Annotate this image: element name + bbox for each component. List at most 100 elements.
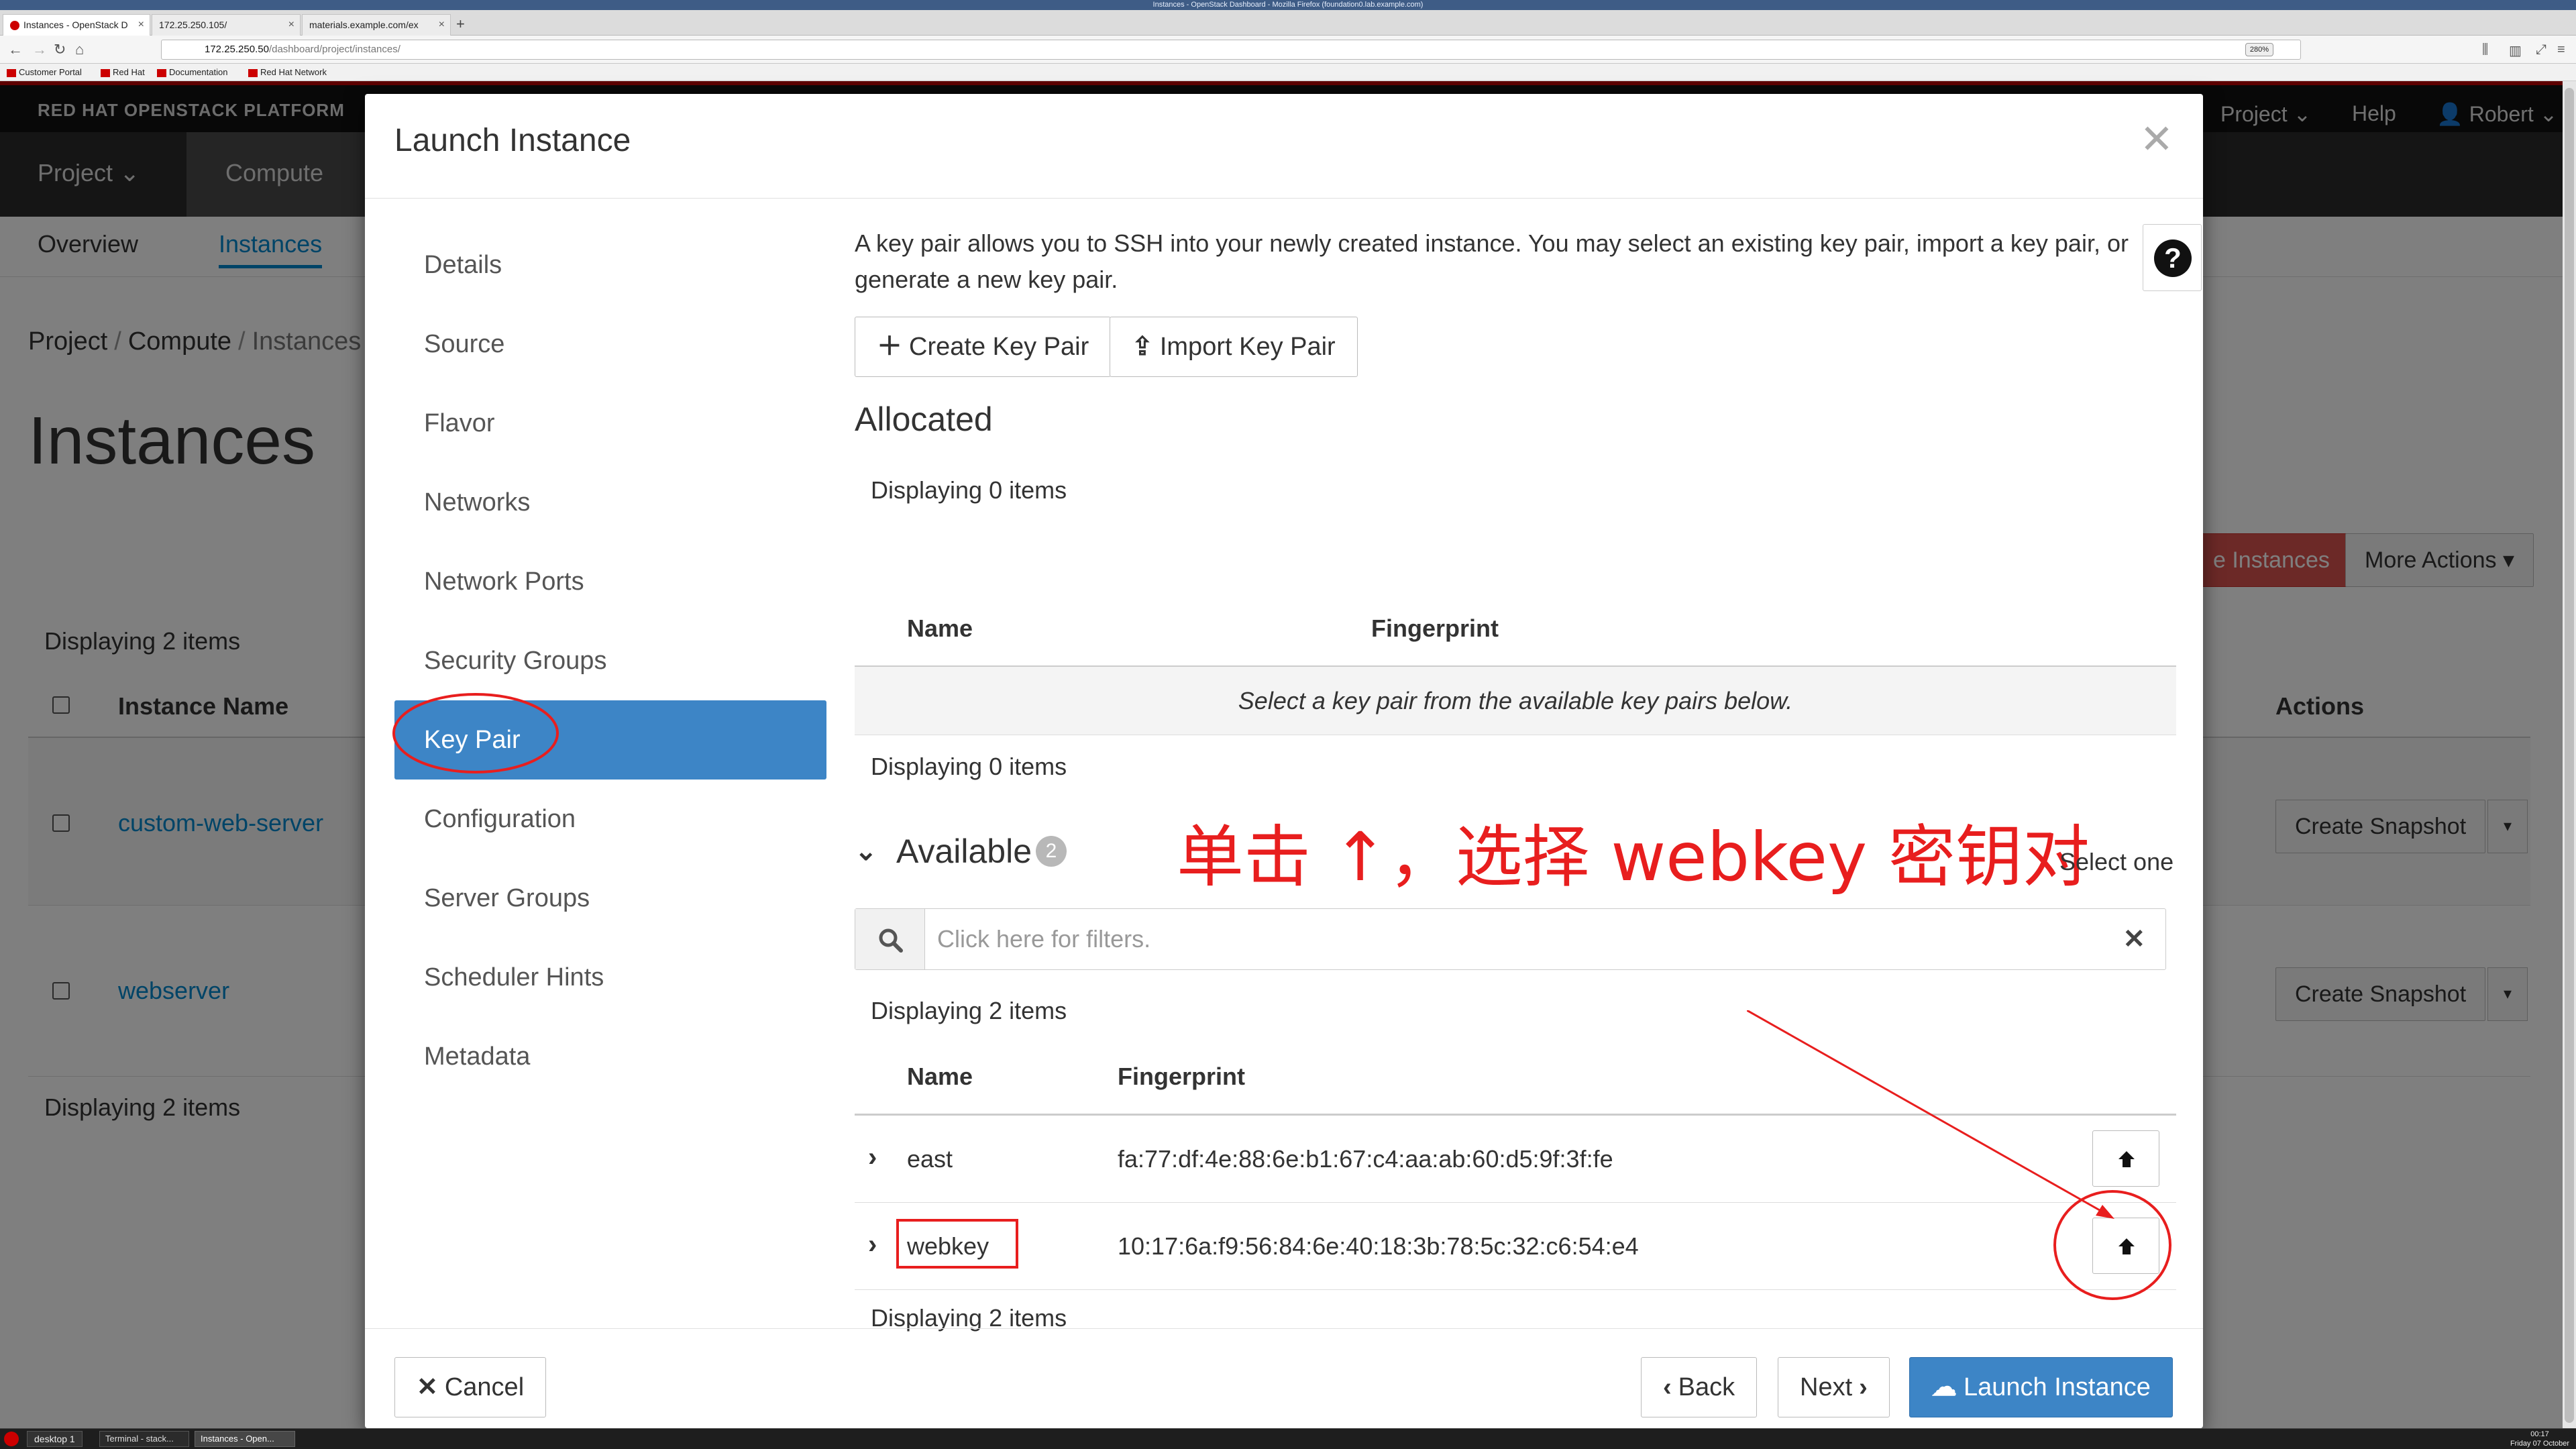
- url-host: 172.25.250.50: [205, 44, 269, 55]
- wizard-step-scheduler-hints[interactable]: Scheduler Hints: [394, 938, 826, 1017]
- bookmark-icon: [248, 68, 258, 77]
- bookmark-label: Red Hat Network: [260, 67, 327, 77]
- close-tab-icon[interactable]: ×: [288, 15, 294, 35]
- page-scrollbar[interactable]: [2563, 81, 2576, 1428]
- cancel-button[interactable]: ✕ Cancel: [394, 1357, 547, 1417]
- wizard-step-details[interactable]: Details: [394, 225, 826, 305]
- close-tab-icon[interactable]: ×: [439, 15, 445, 35]
- bookmark-item[interactable]: Documentation: [157, 66, 227, 79]
- launch-instance-button[interactable]: ☁ Launch Instance: [1909, 1357, 2173, 1417]
- cancel-label: Cancel: [444, 1373, 525, 1401]
- launch-instance-modal: Launch Instance ✕ Details Source Flavor …: [365, 94, 2203, 1428]
- modal-header: Launch Instance ✕: [365, 94, 2203, 199]
- launch-instance-label: Launch Instance: [1964, 1373, 2151, 1401]
- new-tab-button[interactable]: +: [456, 14, 465, 34]
- menu-icon[interactable]: ≡: [2557, 42, 2565, 58]
- wizard-step-source[interactable]: Source: [394, 305, 826, 384]
- library-icon[interactable]: ⫼: [2482, 42, 2488, 58]
- close-tab-icon[interactable]: ×: [138, 15, 144, 35]
- taskbar-item-label: Instances - Open...: [201, 1434, 274, 1444]
- zoom-indicator[interactable]: 280%: [2245, 43, 2273, 56]
- keypair-name: east: [907, 1145, 953, 1173]
- bookmark-item[interactable]: Customer Portal: [7, 66, 82, 79]
- taskbar: desktop 1 Terminal - stack... Instances …: [0, 1428, 2576, 1449]
- wizard-step-metadata[interactable]: Metadata: [394, 1017, 826, 1096]
- create-key-pair-label: Create Key Pair: [909, 333, 1089, 361]
- available-count-badge: 2: [1036, 836, 1067, 867]
- next-label: Next: [1800, 1373, 1853, 1401]
- close-icon[interactable]: ✕: [2140, 119, 2174, 160]
- browser-tab-materials[interactable]: materials.example.com/ex ×: [302, 14, 451, 36]
- wizard-step-security-groups[interactable]: Security Groups: [394, 621, 826, 700]
- browser-tab-label: 172.25.250.105/: [159, 19, 227, 30]
- taskbar-item-desktop[interactable]: desktop 1: [27, 1431, 83, 1447]
- wizard-steps: Details Source Flavor Networks Network P…: [394, 225, 826, 1096]
- back-button[interactable]: ‹ Back: [1641, 1357, 1758, 1417]
- available-col-fingerprint: Fingerprint: [1118, 1063, 1245, 1090]
- forward-arrow-icon[interactable]: →: [32, 40, 47, 59]
- browser-navbar: ← → ↻ ⌂ 172.25.250.50/dashboard/project/…: [0, 36, 2576, 64]
- wizard-step-server-groups[interactable]: Server Groups: [394, 859, 826, 938]
- bookmark-item[interactable]: Red Hat: [101, 66, 145, 79]
- keypair-fingerprint: 10:17:6a:f9:56:84:6e:40:18:3b:78:5c:32:c…: [1118, 1232, 1639, 1260]
- allocated-count-top: Displaying 0 items: [871, 476, 1067, 504]
- redhat-favicon-icon: [10, 21, 19, 31]
- chevron-right-icon[interactable]: ›: [868, 1230, 877, 1260]
- next-button[interactable]: Next ›: [1778, 1357, 1890, 1417]
- bookmark-item[interactable]: Red Hat Network: [248, 66, 327, 79]
- wizard-step-networks[interactable]: Networks: [394, 463, 826, 542]
- wizard-step-flavor[interactable]: Flavor: [394, 384, 826, 463]
- window-title: Instances - OpenStack Dashboard - Mozill…: [1152, 1, 1424, 9]
- clock-date: Friday 07 October: [2510, 1440, 2569, 1448]
- chevron-down-icon[interactable]: ⌄: [855, 836, 877, 867]
- browser-tab-label: materials.example.com/ex: [309, 19, 419, 30]
- start-menu-button[interactable]: [4, 1432, 19, 1446]
- browser-tabstrip: Instances - OpenStack D × 172.25.250.105/…: [0, 10, 2576, 36]
- keypair-fingerprint: fa:77:df:4e:88:6e:b1:67:c4:aa:ab:60:d5:9…: [1118, 1145, 1613, 1173]
- taskbar-item-label: Terminal - stack...: [105, 1434, 174, 1444]
- bookmark-icon: [7, 68, 16, 77]
- available-title[interactable]: Available: [896, 832, 1032, 871]
- search-addon: [855, 909, 925, 969]
- bookmark-icon: [101, 68, 110, 77]
- question-icon: ?: [2154, 239, 2192, 277]
- search-icon: [879, 928, 903, 953]
- allocated-col-name: Name: [907, 614, 973, 642]
- modal-title: Launch Instance: [394, 123, 631, 158]
- clear-icon[interactable]: ✕: [2123, 924, 2145, 955]
- taskbar-item-terminal[interactable]: Terminal - stack...: [99, 1431, 189, 1447]
- available-count-top: Displaying 2 items: [871, 997, 1067, 1024]
- annotation-circle-keypair: [392, 693, 559, 773]
- scrollbar-thumb[interactable]: [2565, 88, 2574, 1423]
- upload-icon: ⇪: [1132, 333, 1153, 361]
- browser-tab-ip[interactable]: 172.25.250.105/ ×: [152, 14, 301, 36]
- wizard-step-configuration[interactable]: Configuration: [394, 780, 826, 859]
- url-path: /dashboard/project/instances/: [268, 44, 400, 55]
- url-bar[interactable]: 172.25.250.50/dashboard/project/instance…: [161, 40, 2301, 60]
- help-button[interactable]: ?: [2143, 224, 2202, 291]
- keypair-help-text: A key pair allows you to SSH into your n…: [855, 229, 2129, 293]
- annotation-arrow: [1747, 1010, 2114, 1219]
- bookmark-icon: [157, 68, 166, 77]
- close-icon: ✕: [417, 1373, 438, 1401]
- taskbar-item-firefox[interactable]: Instances - Open...: [195, 1431, 295, 1447]
- wizard-step-network-ports[interactable]: Network Ports: [394, 542, 826, 621]
- back-label: Back: [1678, 1373, 1735, 1401]
- sidebar-icon[interactable]: ▥: [2509, 42, 2522, 59]
- allocated-count-bottom: Displaying 0 items: [871, 753, 1067, 780]
- home-icon[interactable]: ⌂: [75, 40, 84, 59]
- select-one-label: Select one: [2059, 848, 2174, 875]
- chevron-right-icon[interactable]: ›: [868, 1142, 877, 1173]
- browser-tab-instances[interactable]: Instances - OpenStack D ×: [3, 14, 150, 36]
- annotation-box-webkey: [896, 1219, 1018, 1269]
- fullscreen-icon[interactable]: ⤢: [2536, 42, 2546, 58]
- import-key-pair-button[interactable]: ⇪ Import Key Pair: [1110, 317, 1358, 377]
- reload-icon[interactable]: ↻: [54, 40, 66, 59]
- available-col-name: Name: [907, 1063, 973, 1090]
- clock-time: 00:17: [2530, 1430, 2549, 1438]
- create-key-pair-button[interactable]: ＋ Create Key Pair: [855, 317, 1112, 377]
- filter-search-input[interactable]: [936, 909, 2116, 969]
- filter-search-bar: ✕: [855, 908, 2166, 970]
- back-arrow-icon[interactable]: ←: [8, 40, 23, 59]
- bookmarks-bar: Customer Portal Red Hat Documentation Re…: [0, 64, 2576, 81]
